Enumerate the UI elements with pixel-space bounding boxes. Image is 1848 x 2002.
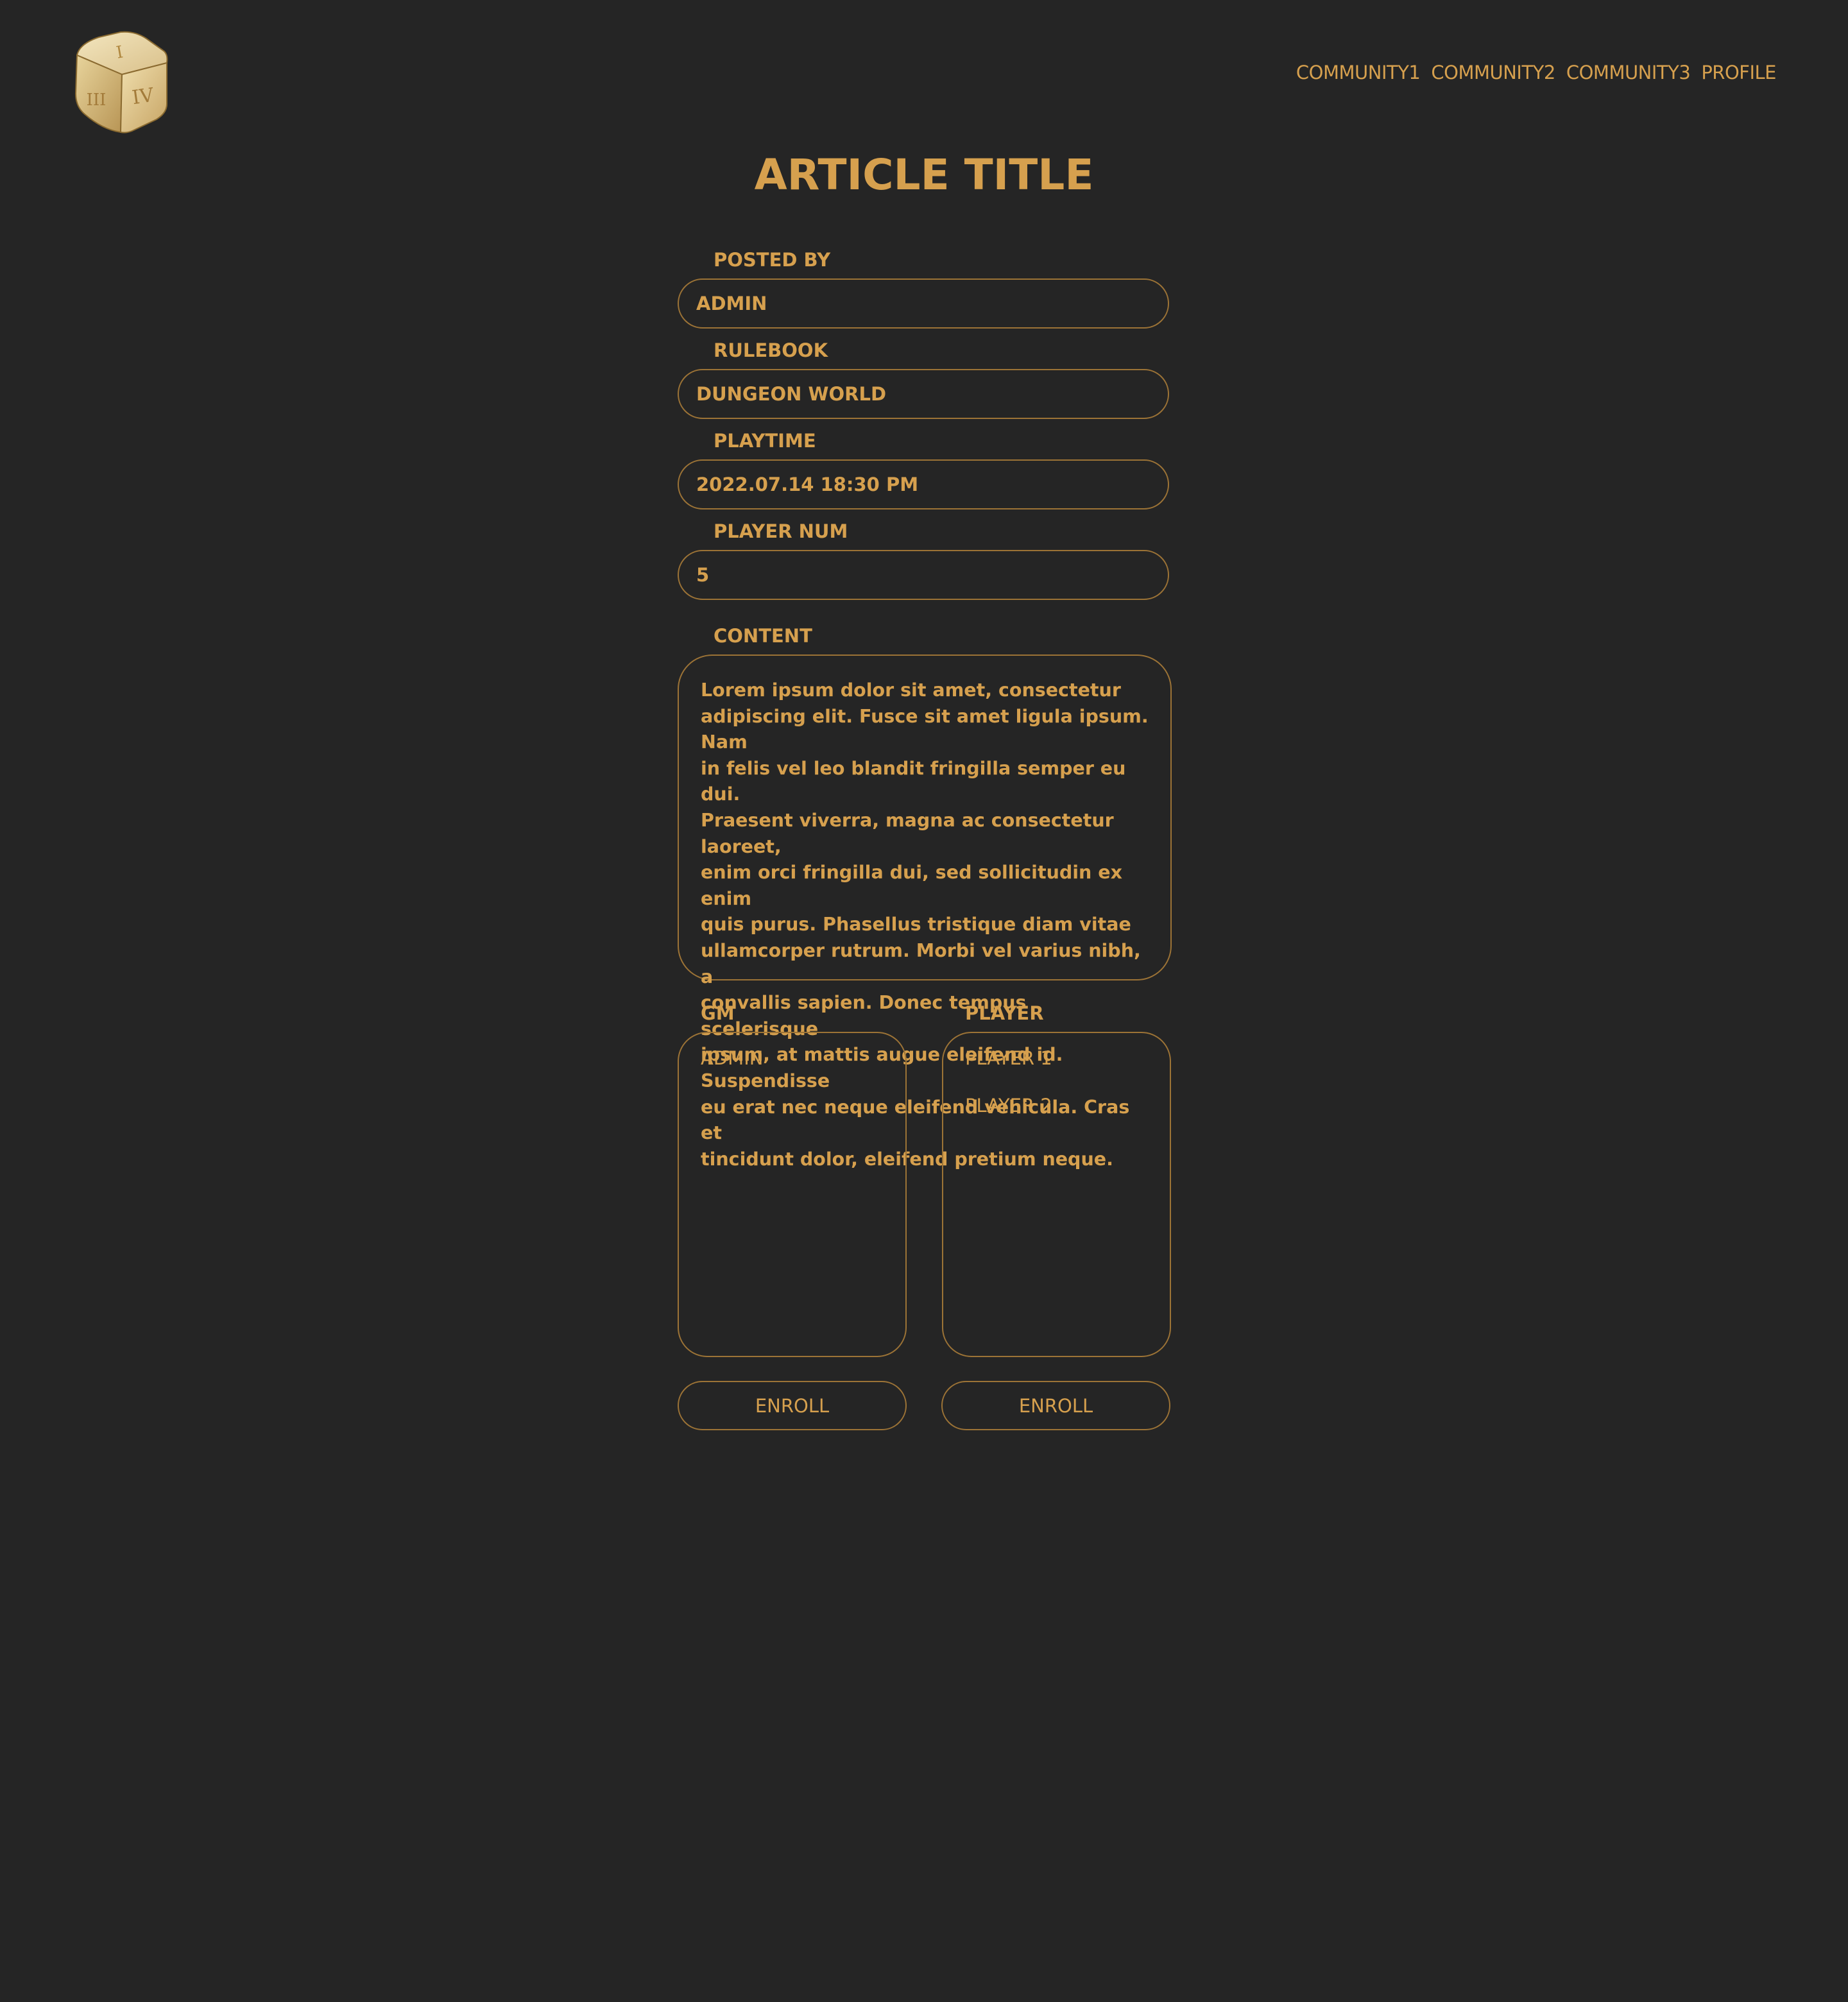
player-num-label: PLAYER NUM: [714, 520, 848, 542]
content-line: ullamcorper rutrum. Morbi vel varius nib…: [701, 939, 1141, 988]
player-enroll-button[interactable]: ENROLL: [941, 1381, 1170, 1430]
player-num-field[interactable]: 5: [678, 550, 1169, 600]
content-label: CONTENT: [714, 625, 812, 647]
dice-logo-icon[interactable]: I III IV: [71, 30, 173, 136]
content-line: in felis vel leo blandit fringilla sempe…: [701, 757, 1126, 805]
content-line: Praesent viverra, magna ac consectetur l…: [701, 809, 1114, 857]
content-line: enim orci fringilla dui, sed sollicitudi…: [701, 862, 1122, 909]
player-list: PLAYER 1 PLAYER 2: [942, 1032, 1171, 1357]
page-title: ARTICLE TITLE: [754, 150, 1094, 200]
gm-label: GM: [701, 1002, 735, 1024]
nav-community2-link[interactable]: COMMUNITY2: [1431, 62, 1555, 83]
playtime-field[interactable]: 2022.07.14 18:30 PM: [678, 459, 1169, 509]
content-line: quis purus. Phasellus tristique diam vit…: [701, 914, 1131, 936]
svg-text:IV: IV: [131, 84, 156, 110]
player-list-item: PLAYER 1: [965, 1047, 1052, 1069]
posted-by-label: POSTED BY: [714, 249, 831, 271]
nav-community3-link[interactable]: COMMUNITY3: [1566, 62, 1691, 83]
gm-enroll-button[interactable]: ENROLL: [678, 1381, 907, 1430]
playtime-label: PLAYTIME: [714, 430, 816, 452]
svg-text:III: III: [87, 90, 107, 110]
nav-community1-link[interactable]: COMMUNITY1: [1296, 62, 1421, 83]
content-line: adipiscing elit. Fusce sit amet ligula i…: [701, 705, 1149, 753]
top-nav: COMMUNITY1 COMMUNITY2 COMMUNITY3 PROFILE: [1296, 62, 1777, 83]
content-line: Lorem ipsum dolor sit amet, consectetur: [701, 680, 1121, 701]
nav-profile-link[interactable]: PROFILE: [1701, 62, 1776, 83]
gm-list: ADMIN: [678, 1032, 907, 1357]
posted-by-field[interactable]: ADMIN: [678, 278, 1169, 329]
player-list-item: PLAYER 2: [965, 1095, 1052, 1116]
content-field[interactable]: Lorem ipsum dolor sit amet, consectetur …: [678, 654, 1172, 1170]
player-label: PLAYER: [965, 1002, 1044, 1024]
rulebook-label: RULEBOOK: [714, 339, 828, 361]
gm-list-item: ADMIN: [701, 1047, 764, 1069]
rulebook-field[interactable]: DUNGEON WORLD: [678, 369, 1169, 419]
